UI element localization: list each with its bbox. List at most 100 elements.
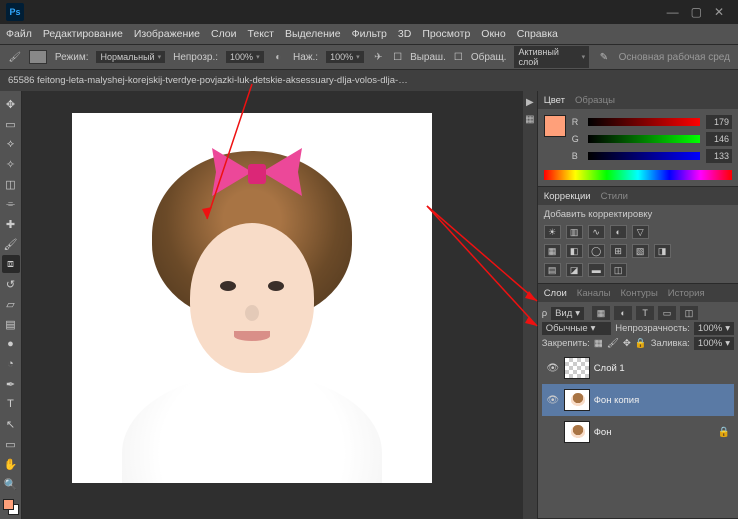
adj-selective-color-icon[interactable]: ◫ xyxy=(610,263,627,277)
menu-image[interactable]: Изображение xyxy=(134,28,200,40)
tool-preset-icon[interactable]: 🖌 xyxy=(8,50,21,64)
color-spectrum[interactable] xyxy=(544,170,732,180)
g-value[interactable]: 146 xyxy=(706,132,732,146)
flow-select[interactable]: 100%▾ xyxy=(326,51,364,63)
r-value[interactable]: 179 xyxy=(706,115,732,129)
tab-adjustments[interactable]: Коррекции xyxy=(544,191,591,202)
layer-item[interactable]: 👁 Фон копия xyxy=(542,384,734,416)
adj-bw-icon[interactable]: ◧ xyxy=(566,244,583,258)
visibility-icon[interactable]: 👁 xyxy=(546,393,560,407)
heal-tool[interactable]: ✚ xyxy=(2,215,20,233)
sample-layer-select[interactable]: Активный слой▾ xyxy=(514,46,589,68)
gradient-tool[interactable]: ▤ xyxy=(2,315,20,333)
layer-name[interactable]: Фон xyxy=(594,427,714,438)
b-value[interactable]: 133 xyxy=(706,149,732,163)
menu-filter[interactable]: Фильтр xyxy=(352,28,387,40)
blend-mode-select[interactable]: Нормальный▾ xyxy=(96,51,165,63)
hand-tool[interactable]: ✋ xyxy=(2,455,20,473)
path-select-tool[interactable]: ↖ xyxy=(2,415,20,433)
adj-levels-icon[interactable]: ▥ xyxy=(566,225,583,239)
filter-pixel-icon[interactable]: ▦ xyxy=(592,306,610,320)
g-slider[interactable] xyxy=(588,135,700,143)
menu-3d[interactable]: 3D xyxy=(398,28,411,40)
lasso-tool[interactable]: ⟡ xyxy=(2,135,20,153)
history-brush-tool[interactable]: ↺ xyxy=(2,275,20,293)
workspace-label[interactable]: Основная рабочая сред xyxy=(619,52,730,63)
layer-thumbnail[interactable] xyxy=(564,389,590,411)
move-tool[interactable]: ✥ xyxy=(2,95,20,113)
adj-channel-mixer-icon[interactable]: ⊞ xyxy=(610,244,627,258)
adj-lookup-icon[interactable]: ▧ xyxy=(632,244,649,258)
close-button[interactable]: ✕ xyxy=(714,5,724,19)
filter-kind-select[interactable]: Вид▾ xyxy=(551,307,584,320)
filter-adjust-icon[interactable]: ◐ xyxy=(614,306,632,320)
document-tab[interactable]: 65586 feitong-leta-malyshej-korejskij-tv… xyxy=(8,75,408,86)
adj-vibrance-icon[interactable]: ▽ xyxy=(632,225,649,239)
menu-window[interactable]: Окно xyxy=(481,28,505,40)
visibility-icon[interactable] xyxy=(546,425,560,439)
marquee-tool[interactable]: ▭ xyxy=(2,115,20,133)
blur-tool[interactable]: ● xyxy=(2,335,20,353)
menu-select[interactable]: Выделение xyxy=(285,28,341,40)
opacity-select[interactable]: 100%▾ xyxy=(226,51,264,63)
lock-pixel-icon[interactable]: 🖌 xyxy=(607,338,619,349)
adj-brightness-icon[interactable]: ☀ xyxy=(544,225,561,239)
menu-file[interactable]: Файл xyxy=(6,28,32,40)
shape-tool[interactable]: ▭ xyxy=(2,435,20,453)
adj-exposure-icon[interactable]: ◐ xyxy=(610,225,627,239)
menu-layer[interactable]: Слои xyxy=(211,28,237,40)
canvas-area[interactable] xyxy=(22,91,523,519)
tab-paths[interactable]: Контуры xyxy=(621,288,658,299)
adj-gradient-map-icon[interactable]: ▬ xyxy=(588,263,605,277)
dodge-tool[interactable]: ◔ xyxy=(2,355,20,373)
panel-icon[interactable]: ▦ xyxy=(525,114,534,125)
airbrush-icon[interactable]: ✈ xyxy=(372,50,385,64)
eraser-tool[interactable]: ▱ xyxy=(2,295,20,313)
menu-view[interactable]: Просмотр xyxy=(422,28,470,40)
layer-thumbnail[interactable] xyxy=(564,357,590,379)
layer-thumbnail[interactable] xyxy=(564,421,590,443)
type-tool[interactable]: T xyxy=(2,395,20,413)
r-slider[interactable] xyxy=(588,118,700,126)
filter-type-icon[interactable]: T xyxy=(636,306,654,320)
color-swatches[interactable] xyxy=(3,499,19,515)
play-icon[interactable]: ▶ xyxy=(526,97,534,108)
b-slider[interactable] xyxy=(588,152,700,160)
visibility-icon[interactable]: 👁 xyxy=(546,361,560,375)
zoom-tool[interactable]: 🔍 xyxy=(2,475,20,493)
tab-channels[interactable]: Каналы xyxy=(577,288,611,299)
adj-invert-icon[interactable]: ◨ xyxy=(654,244,671,258)
adj-curves-icon[interactable]: ∿ xyxy=(588,225,605,239)
filter-shape-icon[interactable]: ▭ xyxy=(658,306,676,320)
menu-text[interactable]: Текст xyxy=(248,28,274,40)
menu-help[interactable]: Справка xyxy=(517,28,558,40)
adj-threshold-icon[interactable]: ◪ xyxy=(566,263,583,277)
lock-position-icon[interactable]: ✥ xyxy=(623,338,631,349)
layer-fill-select[interactable]: 100%▾ xyxy=(694,337,734,350)
tab-styles[interactable]: Стили xyxy=(601,191,628,202)
maximize-button[interactable]: ▢ xyxy=(691,5,702,19)
brush-preview-swatch[interactable] xyxy=(29,50,46,64)
foreground-color-swatch[interactable] xyxy=(544,115,566,137)
pressure-opacity-icon[interactable]: ◐ xyxy=(272,50,285,64)
adj-posterize-icon[interactable]: ▤ xyxy=(544,263,561,277)
layer-opacity-select[interactable]: 100%▾ xyxy=(694,322,734,335)
adj-photo-filter-icon[interactable]: ◯ xyxy=(588,244,605,258)
tab-color[interactable]: Цвет xyxy=(544,95,565,106)
layer-item[interactable]: 👁 Слой 1 xyxy=(542,352,734,384)
wand-tool[interactable]: ✧ xyxy=(2,155,20,173)
layer-name[interactable]: Фон копия xyxy=(594,395,730,406)
pen-tool[interactable]: ✒ xyxy=(2,375,20,393)
eyedropper-tool[interactable]: ⌯ xyxy=(2,195,20,213)
brush-tool[interactable]: 🖌 xyxy=(2,235,20,253)
minimize-button[interactable]: — xyxy=(667,5,679,19)
opt-obrash-checkbox[interactable]: ☐ xyxy=(454,52,463,63)
tab-layers[interactable]: Слои xyxy=(544,288,567,299)
tab-history[interactable]: История xyxy=(668,288,705,299)
lock-trans-icon[interactable]: ▦ xyxy=(594,338,603,349)
layer-name[interactable]: Слой 1 xyxy=(594,363,730,374)
blend-mode-select[interactable]: Обычные▾ xyxy=(542,322,612,335)
stamp-tool[interactable]: ⧈ xyxy=(2,255,20,273)
adj-hue-icon[interactable]: ▦ xyxy=(544,244,561,258)
pressure-size-icon[interactable]: ✎ xyxy=(597,50,610,64)
